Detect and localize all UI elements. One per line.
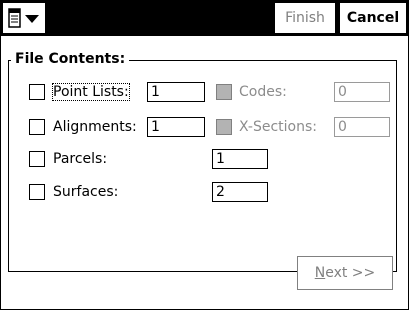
- codes-label: Codes:: [239, 84, 287, 100]
- dialog-panel: File Contents: Point Lists: 1 Codes: 0 A…: [0, 36, 409, 310]
- x-sections-count: 0: [334, 117, 390, 137]
- parcels-count: 1: [212, 149, 268, 169]
- alignments-checkbox[interactable]: [29, 119, 45, 135]
- point-lists-label[interactable]: Point Lists:: [52, 83, 130, 101]
- finish-button[interactable]: Finish: [274, 2, 336, 34]
- x-sections-checkbox[interactable]: [216, 119, 232, 135]
- notepad-menu-icon: [8, 8, 39, 28]
- surfaces-checkbox[interactable]: [29, 184, 45, 200]
- next-button[interactable]: Next >>: [297, 256, 393, 290]
- point-lists-checkbox[interactable]: [29, 84, 45, 100]
- alignments-count: 1: [147, 117, 205, 137]
- alignments-label[interactable]: Alignments:: [53, 118, 137, 136]
- codes-checkbox[interactable]: [216, 84, 232, 100]
- file-contents-title: File Contents:: [11, 50, 130, 68]
- parcels-checkbox[interactable]: [29, 151, 45, 167]
- next-mnemonic: N: [314, 265, 326, 281]
- cancel-button[interactable]: Cancel: [339, 2, 407, 34]
- point-lists-count: 1: [147, 82, 205, 102]
- next-label: ext >>: [325, 265, 376, 281]
- surfaces-label[interactable]: Surfaces:: [53, 183, 118, 201]
- menu-button[interactable]: [2, 2, 46, 34]
- surfaces-count: 2: [212, 182, 268, 202]
- parcels-label[interactable]: Parcels:: [53, 150, 107, 168]
- x-sections-label: X-Sections:: [239, 119, 317, 135]
- codes-count: 0: [334, 82, 390, 102]
- title-bar: Finish Cancel: [0, 0, 409, 36]
